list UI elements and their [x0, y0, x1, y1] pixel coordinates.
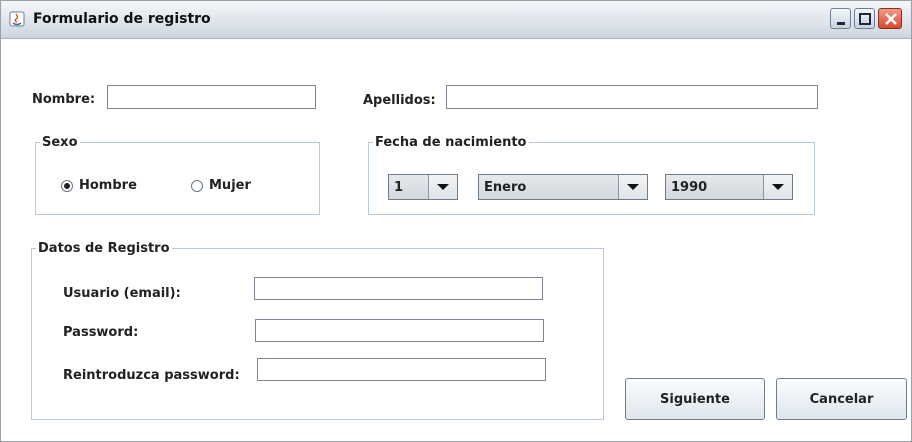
- radio-hombre-label: Hombre: [79, 178, 137, 193]
- password-label: Password:: [63, 325, 139, 340]
- radio-hombre-indicator[interactable]: [61, 179, 73, 192]
- year-dropdown-arrow[interactable]: [763, 175, 792, 199]
- minimize-button[interactable]: [830, 8, 851, 29]
- month-value: Enero: [484, 180, 527, 195]
- window-title: Formulario de registro: [33, 11, 211, 27]
- apellidos-field[interactable]: [446, 85, 818, 109]
- chevron-down-icon: [437, 184, 449, 190]
- chevron-down-icon: [772, 184, 784, 190]
- day-select[interactable]: 1: [388, 174, 458, 200]
- maximize-button[interactable]: [854, 8, 875, 29]
- sexo-group: Sexo: [35, 135, 320, 215]
- fecha-legend: Fecha de nacimiento: [375, 135, 527, 150]
- usuario-field[interactable]: [254, 277, 543, 300]
- repassword-field[interactable]: [257, 358, 546, 381]
- maximize-icon: [859, 13, 871, 25]
- minimize-icon: [837, 22, 845, 25]
- radio-mujer[interactable]: Mujer: [191, 178, 251, 193]
- chevron-down-icon: [627, 184, 639, 190]
- year-select[interactable]: 1990: [665, 174, 793, 200]
- siguiente-button[interactable]: Siguiente: [625, 378, 765, 420]
- radio-mujer-label: Mujer: [209, 178, 251, 193]
- radio-hombre[interactable]: Hombre: [61, 178, 137, 193]
- year-value: 1990: [671, 180, 708, 195]
- month-select[interactable]: Enero: [478, 174, 648, 200]
- java-app-icon: [9, 11, 25, 27]
- day-value: 1: [394, 180, 404, 195]
- nombre-field[interactable]: [107, 85, 316, 109]
- datos-registro-legend: Datos de Registro: [38, 241, 170, 256]
- sexo-legend: Sexo: [42, 135, 78, 150]
- title-bar[interactable]: Formulario de registro: [1, 1, 911, 39]
- registration-window: Formulario de registro Nombre: Apellidos…: [0, 0, 912, 442]
- nombre-label: Nombre:: [32, 92, 96, 107]
- repassword-label: Reintroduzca password:: [63, 368, 240, 383]
- apellidos-label: Apellidos:: [363, 93, 436, 108]
- cancelar-button[interactable]: Cancelar: [776, 378, 907, 420]
- radio-mujer-indicator[interactable]: [191, 179, 203, 192]
- close-icon: [885, 13, 897, 25]
- usuario-label: Usuario (email):: [63, 286, 181, 301]
- month-dropdown-arrow[interactable]: [618, 175, 647, 199]
- close-button[interactable]: [878, 8, 902, 29]
- day-dropdown-arrow[interactable]: [428, 175, 457, 199]
- password-field[interactable]: [255, 319, 544, 342]
